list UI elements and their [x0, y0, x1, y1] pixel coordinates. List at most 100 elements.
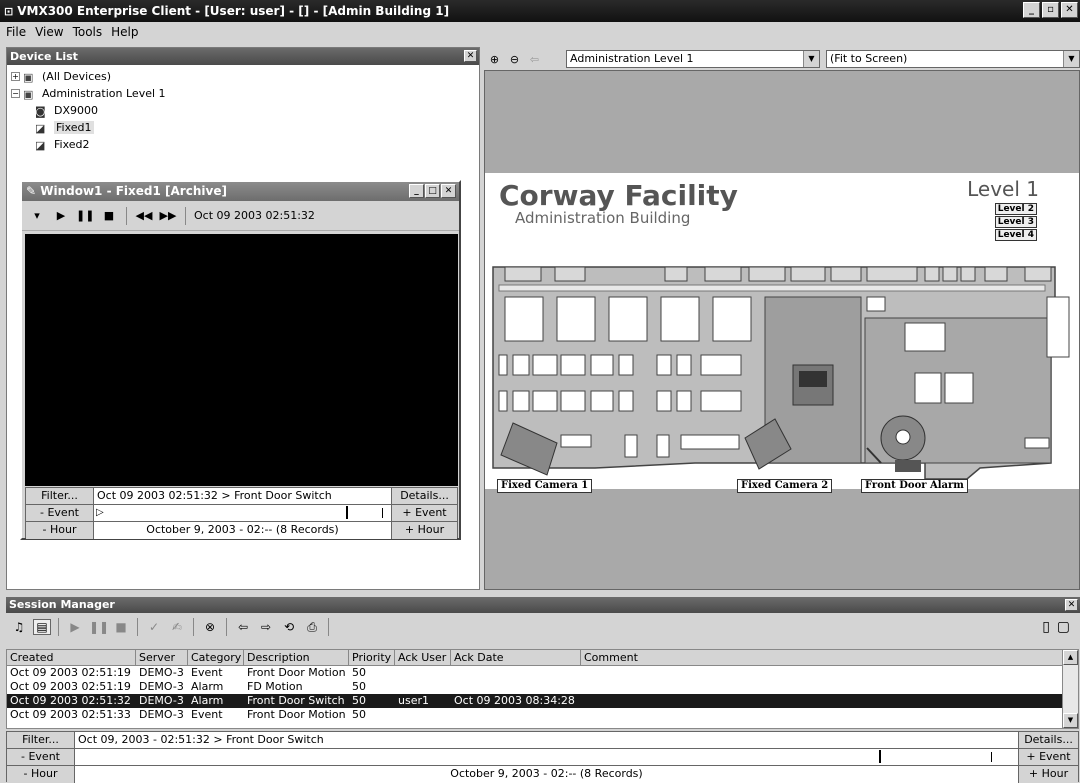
filter-button[interactable]: Filter... — [26, 488, 94, 505]
acknowledge-all-icon[interactable]: ✍ — [168, 620, 186, 634]
minimize-button[interactable]: _ — [1023, 2, 1040, 18]
front-door-alarm-label[interactable]: Front Door Alarm — [861, 479, 968, 493]
table-row[interactable]: Oct 09 2003 02:51:19 DEMO-3 Event Front … — [7, 666, 1078, 680]
prev-event-button[interactable]: - Event — [7, 749, 75, 766]
menu-file[interactable]: File — [6, 25, 26, 39]
zoom-in-icon[interactable]: ⊕ — [486, 51, 503, 68]
menu-tools[interactable]: Tools — [73, 25, 103, 39]
next-event-button[interactable]: + Event — [392, 505, 457, 522]
toolbar-divider — [137, 618, 138, 636]
layout-split-icon[interactable]: ▯ — [1042, 619, 1050, 635]
zoom-select[interactable]: (Fit to Screen) ▼ — [826, 50, 1080, 68]
next-event-button[interactable]: + Event — [1019, 749, 1078, 766]
menu-view[interactable]: View — [35, 25, 63, 39]
video-minimize-button[interactable]: _ — [409, 184, 424, 198]
chevron-down-icon[interactable]: ▼ — [1063, 51, 1079, 67]
prev-hour-button[interactable]: - Hour — [7, 766, 75, 783]
cell-priority: 50 — [352, 680, 366, 693]
chevron-down-icon[interactable]: ▼ — [803, 51, 819, 67]
cell-category: Alarm — [191, 694, 224, 707]
previous-arrow-icon[interactable]: ⇦ — [234, 620, 252, 634]
table-row[interactable]: Oct 09 2003 02:51:33 DEMO-3 Event Front … — [7, 708, 1078, 722]
close-button[interactable]: ✕ — [1061, 2, 1078, 18]
timeline-cursor[interactable] — [346, 506, 348, 519]
title-bar: ⊡ VMX300 Enterprise Client - [User: user… — [0, 0, 1080, 22]
menu-bar: File View Tools Help — [0, 22, 1080, 42]
device-list-header: Device List ✕ — [7, 48, 479, 65]
pause-icon[interactable]: ❚❚ — [89, 620, 109, 634]
column-priority[interactable]: Priority — [349, 650, 395, 666]
next-hour-button[interactable]: + Hour — [392, 522, 457, 539]
rewind-icon[interactable]: ◀◀ — [135, 206, 153, 226]
cell-server: DEMO-3 — [139, 666, 184, 679]
column-created[interactable]: Created — [7, 650, 136, 666]
clear-icon[interactable]: ⊗ — [201, 620, 219, 634]
zoom-out-icon[interactable]: ⊖ — [506, 51, 523, 68]
collapse-icon[interactable]: − — [11, 89, 20, 98]
pause-icon[interactable]: ❚❚ — [76, 206, 94, 226]
cell-server: DEMO-3 — [139, 694, 184, 707]
fixed-camera-1-label[interactable]: Fixed Camera 1 — [497, 479, 593, 493]
maximize-button[interactable]: ▫ — [1042, 2, 1059, 18]
back-arrow-icon[interactable]: ⇦ — [526, 51, 543, 68]
table-scrollbar[interactable]: ▲ ▼ — [1062, 650, 1078, 728]
play-icon[interactable]: ▶ — [66, 620, 84, 634]
prev-event-button[interactable]: - Event — [26, 505, 94, 522]
video-close-button[interactable]: ✕ — [441, 184, 456, 198]
event-timeline[interactable]: ▷ — [94, 505, 392, 522]
session-manager-title: Session Manager — [9, 598, 115, 611]
video-maximize-button[interactable]: □ — [425, 184, 440, 198]
print-icon[interactable]: ⎙ — [303, 620, 321, 635]
table-row-selected[interactable]: Oct 09 2003 02:51:32 DEMO-3 Alarm Front … — [7, 694, 1078, 708]
tree-item-all-devices[interactable]: + ▣ (All Devices) — [11, 68, 475, 85]
tree-item-administration-level-1[interactable]: − ▣ Administration Level 1 — [11, 85, 475, 102]
prev-hour-button[interactable]: - Hour — [26, 522, 94, 539]
event-timeline[interactable] — [75, 749, 1019, 766]
session-manager-close-button[interactable]: ✕ — [1065, 599, 1078, 611]
column-server[interactable]: Server — [136, 650, 188, 666]
column-comment[interactable]: Comment — [581, 650, 1063, 666]
fixed-camera-2-label[interactable]: Fixed Camera 2 — [737, 479, 833, 493]
column-ack-user[interactable]: Ack User — [395, 650, 451, 666]
column-ack-date[interactable]: Ack Date — [451, 650, 581, 666]
column-category[interactable]: Category — [188, 650, 244, 666]
filter-button[interactable]: Filter... — [7, 732, 75, 749]
window-icon[interactable]: ▤ — [33, 619, 51, 635]
map-level-select[interactable]: Administration Level 1 ▼ — [566, 50, 820, 68]
video-window-titlebar[interactable]: ✎ Window1 - Fixed1 [Archive] _ □ ✕ — [22, 182, 459, 201]
stop-icon[interactable]: ■ — [112, 620, 130, 634]
play-icon[interactable]: ▶ — [52, 206, 70, 226]
column-description[interactable]: Description — [244, 650, 349, 666]
table-row[interactable]: Oct 09 2003 02:51:19 DEMO-3 Alarm FD Mot… — [7, 680, 1078, 694]
cell-created: Oct 09 2003 02:51:19 — [10, 666, 131, 679]
expand-icon[interactable]: + — [11, 72, 20, 81]
refresh-icon[interactable]: ⟲ — [280, 620, 298, 634]
tree-item-dx9000[interactable]: ◙ DX9000 — [11, 102, 475, 119]
device-group-icon: ▣ — [23, 70, 34, 84]
session-event-navigator: Filter... Oct 09, 2003 - 02:51:32 > Fron… — [6, 731, 1079, 783]
stop-icon[interactable]: ■ — [100, 206, 118, 226]
timeline-cursor[interactable] — [879, 750, 881, 763]
tree-item-label: (All Devices) — [42, 70, 112, 83]
cell-ack-user: user1 — [398, 694, 429, 707]
acknowledge-icon[interactable]: ✓ — [145, 620, 163, 634]
tree-item-fixed1[interactable]: ◪ Fixed1 — [11, 119, 475, 136]
menu-help[interactable]: Help — [111, 25, 138, 39]
map-view[interactable]: Corway Facility Administration Building … — [484, 70, 1080, 590]
next-arrow-icon[interactable]: ⇨ — [257, 620, 275, 634]
next-hour-button[interactable]: + Hour — [1019, 766, 1078, 783]
device-list-close-button[interactable]: ✕ — [464, 50, 477, 62]
layout-single-icon[interactable]: ▢ — [1057, 619, 1070, 635]
scroll-down-icon[interactable]: ▼ — [1063, 713, 1078, 728]
toolbar-divider — [185, 206, 186, 225]
fast-forward-icon[interactable]: ▶▶ — [159, 206, 177, 226]
scroll-up-icon[interactable]: ▲ — [1063, 650, 1078, 665]
tree-item-fixed2[interactable]: ◪ Fixed2 — [11, 136, 475, 153]
window-title: VMX300 Enterprise Client - [User: user] … — [17, 4, 450, 18]
details-button[interactable]: Details... — [392, 488, 457, 505]
video-display[interactable] — [25, 234, 458, 486]
sessions-icon[interactable]: ♫ — [10, 620, 28, 634]
dropdown-icon[interactable]: ▾ — [28, 206, 46, 226]
cell-created: Oct 09 2003 02:51:19 — [10, 680, 131, 693]
details-button[interactable]: Details... — [1019, 732, 1078, 749]
